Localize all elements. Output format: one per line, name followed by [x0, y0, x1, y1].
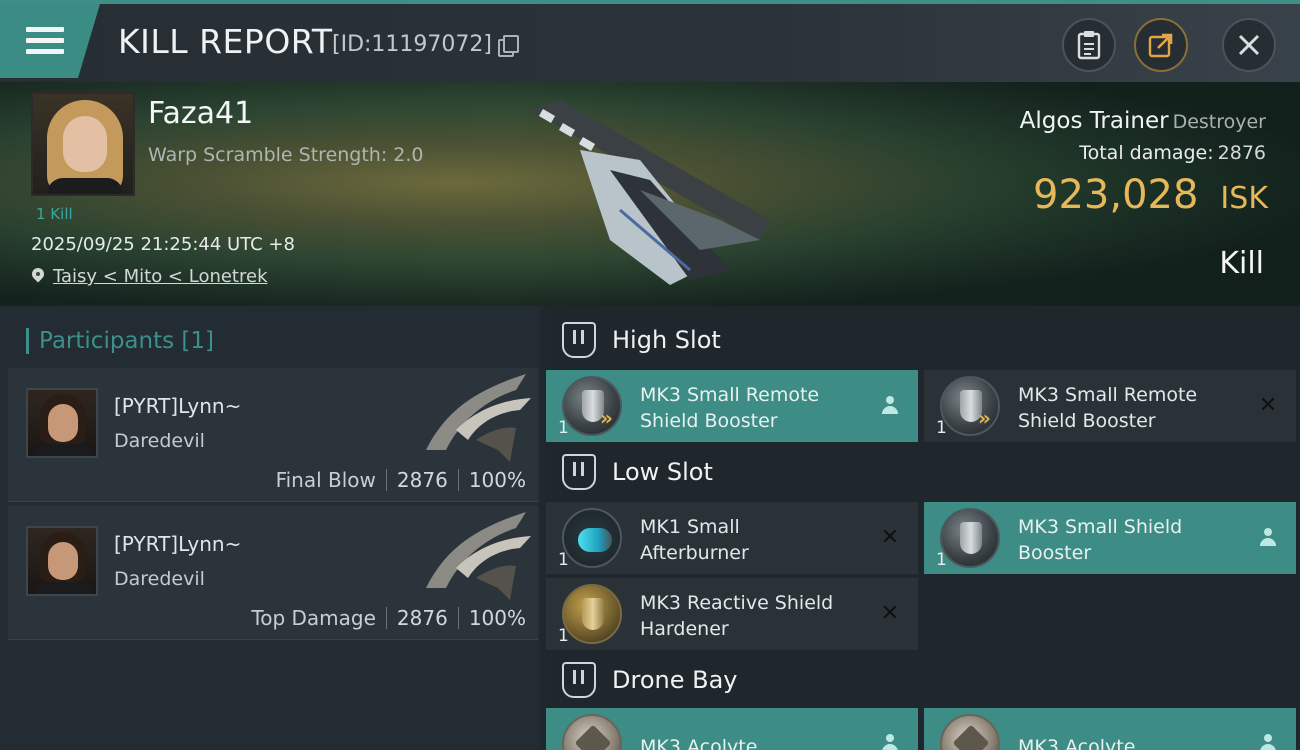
- person-icon: [1258, 528, 1278, 548]
- isk-unit: ISK: [1220, 181, 1268, 216]
- participant-ship-image: [426, 374, 531, 462]
- participant-row[interactable]: [PYRT]Lynn~ Daredevil Final Blow 2876 10…: [8, 368, 538, 502]
- low-slot-header: Low Slot: [546, 442, 1300, 502]
- participant-name: [PYRT]Lynn~: [114, 394, 242, 418]
- module-quantity: 1: [936, 550, 947, 570]
- close-icon: [1238, 34, 1260, 56]
- share-button[interactable]: [1134, 18, 1188, 72]
- pin-icon: [31, 268, 45, 286]
- copy-icon[interactable]: [497, 34, 519, 57]
- page-title: KILL REPORT: [118, 22, 333, 61]
- victim-portrait[interactable]: [31, 92, 135, 196]
- participant-stat-label: Top Damage: [251, 606, 376, 630]
- afterburner-icon: [562, 508, 622, 568]
- module-name: MK3 Small Remote Shield Booster: [640, 384, 820, 432]
- module-name: MK3 Small Shield Booster: [1018, 516, 1183, 564]
- x-icon: ✕: [880, 601, 900, 626]
- module-item[interactable]: 1 MK1 Small Afterburner ✕: [546, 502, 918, 574]
- slot-icon: [562, 662, 596, 698]
- module-quantity: 1: [936, 418, 947, 438]
- victim-pilot-name[interactable]: Faza41: [148, 96, 253, 131]
- low-slot-label: Low Slot: [612, 458, 713, 486]
- shield-booster-icon: »: [562, 376, 622, 436]
- kill-location[interactable]: Taisy < Mito < Lonetrek: [31, 266, 268, 287]
- participant-percent: 100%: [468, 606, 526, 630]
- share-icon: [1148, 33, 1173, 58]
- module-item[interactable]: 1 MK3 Acolyte: [924, 708, 1296, 750]
- module-name: MK3 Small Remote Shield Booster: [1018, 384, 1198, 432]
- slot-icon: [562, 454, 596, 490]
- kill-datetime: 2025/09/25 21:25:44 UTC +8: [31, 234, 295, 255]
- module-item[interactable]: » 1 MK3 Small Remote Shield Booster ✕: [924, 370, 1296, 442]
- total-damage-value: 2876: [1217, 142, 1266, 164]
- participants-heading: Participants [1]: [26, 328, 214, 354]
- module-item[interactable]: » 1 MK3 Small Remote Shield Booster: [546, 370, 918, 442]
- clipboard-button[interactable]: [1062, 18, 1116, 72]
- warp-scramble-strength: Warp Scramble Strength: 2.0: [148, 144, 424, 166]
- close-button[interactable]: [1222, 18, 1276, 72]
- participant-stats: Top Damage 2876 100%: [251, 606, 526, 630]
- total-damage: Total damage: 2876: [1079, 142, 1266, 164]
- participant-avatar[interactable]: [26, 526, 98, 596]
- person-icon: [1258, 734, 1278, 750]
- result-label: Kill: [1219, 246, 1264, 281]
- location-link[interactable]: Taisy < Mito < Lonetrek: [53, 266, 268, 287]
- module-name: MK1 Small Afterburner: [640, 516, 749, 564]
- participant-damage: 2876: [396, 468, 448, 492]
- high-slot-header: High Slot: [546, 310, 1300, 370]
- module-item[interactable]: 1 MK3 Reactive Shield Hardener ✕: [546, 578, 918, 650]
- victim-ship-image: [530, 100, 770, 285]
- kill-count: 1 Kill: [36, 205, 73, 223]
- module-item[interactable]: 1 MK3 Small Shield Booster: [924, 502, 1296, 574]
- module-name: MK3 Reactive Shield Hardener: [640, 592, 834, 640]
- module-name: MK3 Acolyte: [1018, 736, 1136, 750]
- participant-stat-label: Final Blow: [275, 468, 376, 492]
- ship-name: Algos Trainer: [1019, 108, 1169, 134]
- participant-ship-image: [426, 512, 531, 600]
- ship-class: Destroyer: [1172, 111, 1266, 133]
- clipboard-icon: [1077, 31, 1101, 60]
- drone-bay-header: Drone Bay: [546, 650, 1300, 710]
- high-slot-label: High Slot: [612, 326, 721, 354]
- isk-value: 923,028 ISK: [1033, 172, 1268, 218]
- participant-name: [PYRT]Lynn~: [114, 532, 242, 556]
- participant-stats: Final Blow 2876 100%: [276, 468, 526, 492]
- participant-damage: 2876: [396, 606, 448, 630]
- report-id-text: [ID:11197072]: [332, 32, 492, 57]
- hamburger-icon: [26, 27, 64, 55]
- shield-booster-icon: [940, 508, 1000, 568]
- person-icon: [880, 396, 900, 416]
- participant-percent: 100%: [468, 468, 526, 492]
- shield-booster-icon: »: [940, 376, 1000, 436]
- module-name: MK3 Acolyte: [640, 736, 758, 750]
- report-id: [ID:11197072]: [332, 32, 519, 57]
- total-damage-label: Total damage:: [1079, 142, 1214, 164]
- person-icon: [880, 734, 900, 750]
- participant-ship: Daredevil: [114, 568, 205, 590]
- participants-count: [1]: [181, 328, 215, 354]
- victim-ship[interactable]: Algos Trainer Destroyer: [1020, 108, 1266, 134]
- slot-icon: [562, 322, 596, 358]
- module-quantity: 1: [558, 550, 569, 570]
- shield-hardener-icon: [562, 584, 622, 644]
- drone-icon: [940, 714, 1000, 750]
- participant-avatar[interactable]: [26, 388, 98, 458]
- participant-ship: Daredevil: [114, 430, 205, 452]
- module-quantity: 1: [558, 626, 569, 646]
- isk-amount: 923,028: [1033, 172, 1199, 218]
- participant-row[interactable]: [PYRT]Lynn~ Daredevil Top Damage 2876 10…: [8, 506, 538, 640]
- drone-bay-label: Drone Bay: [612, 666, 738, 694]
- x-icon: ✕: [1258, 393, 1278, 418]
- participants-label: Participants: [39, 328, 175, 354]
- module-quantity: 1: [558, 418, 569, 438]
- x-icon: ✕: [880, 525, 900, 550]
- module-item[interactable]: 1 MK3 Acolyte: [546, 708, 918, 750]
- drone-icon: [562, 714, 622, 750]
